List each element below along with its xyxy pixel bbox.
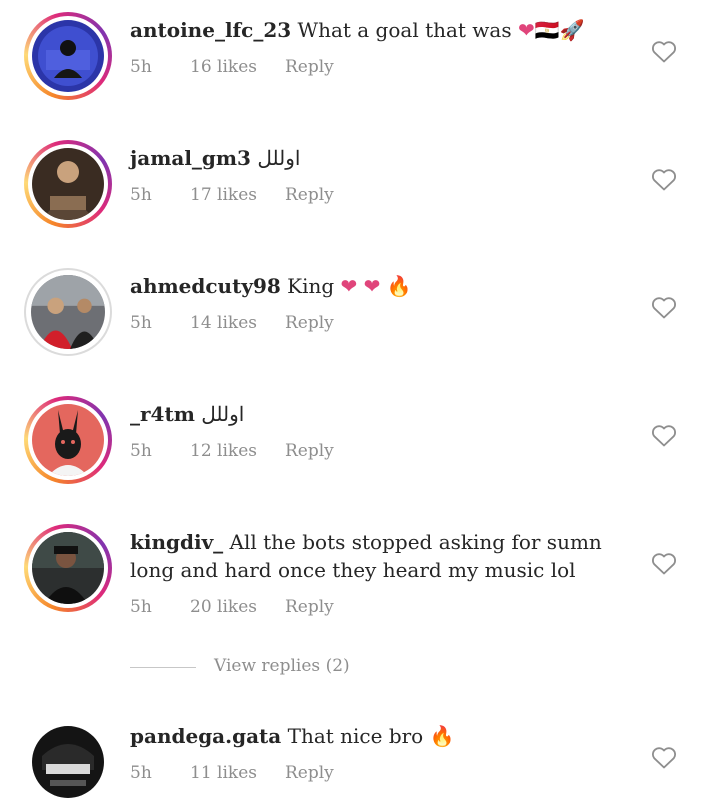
- story-ring: [24, 396, 112, 484]
- avatar-image: [32, 148, 104, 220]
- avatar-border: [24, 268, 112, 356]
- reply-button[interactable]: Reply: [285, 185, 334, 205]
- comment-time: 5h: [130, 185, 152, 205]
- comment-text: kingdiv_ All the bots stopped asking for…: [130, 528, 610, 584]
- comment-body: اوللل: [257, 146, 301, 170]
- comment-likes[interactable]: 20 likes: [190, 597, 257, 617]
- comment-emoji: 🔥: [429, 724, 455, 748]
- view-replies-label[interactable]: View replies (2): [214, 656, 350, 676]
- avatar[interactable]: [24, 524, 112, 612]
- comment-username[interactable]: ahmedcuty98: [130, 274, 281, 298]
- comment-emoji: ❤ ❤ 🔥: [340, 274, 412, 298]
- comments-screen: { "comments": [ {"username": "antoine_lf…: [0, 0, 720, 798]
- avatar[interactable]: [24, 12, 112, 100]
- heart-outline-icon[interactable]: [651, 424, 677, 448]
- comment-likes[interactable]: 16 likes: [190, 57, 257, 77]
- comment-time: 5h: [130, 597, 152, 617]
- story-ring: [24, 12, 112, 100]
- story-ring: [24, 140, 112, 228]
- comment-time: 5h: [130, 441, 152, 461]
- comment-time: 5h: [130, 313, 152, 333]
- avatar-image: [32, 404, 104, 476]
- reply-button[interactable]: Reply: [285, 763, 334, 783]
- comment-body: اوللل: [201, 402, 245, 426]
- comment-text: pandega.gata That nice bro 🔥: [130, 722, 455, 750]
- comment-text: ahmedcuty98 King ❤ ❤ 🔥: [130, 272, 412, 300]
- avatar[interactable]: [24, 396, 112, 484]
- heart-outline-icon[interactable]: [651, 168, 677, 192]
- comment-time: 5h: [130, 57, 152, 77]
- comment-username[interactable]: kingdiv_: [130, 530, 223, 554]
- comment-username[interactable]: antoine_lfc_23: [130, 18, 291, 42]
- avatar-image: [32, 726, 104, 798]
- comment-likes[interactable]: 17 likes: [190, 185, 257, 205]
- avatar[interactable]: [24, 268, 112, 356]
- comment-likes[interactable]: 12 likes: [190, 441, 257, 461]
- comment-username[interactable]: jamal_gm3: [130, 146, 251, 170]
- comment-username[interactable]: pandega.gata: [130, 724, 281, 748]
- heart-outline-icon[interactable]: [651, 40, 677, 64]
- comment-username[interactable]: _r4tm: [130, 402, 195, 426]
- heart-outline-icon[interactable]: [651, 746, 677, 770]
- avatar-image: [31, 275, 105, 349]
- heart-outline-icon[interactable]: [651, 296, 677, 320]
- heart-outline-icon[interactable]: [651, 552, 677, 576]
- avatar-image: [32, 532, 104, 604]
- comment-likes[interactable]: 11 likes: [190, 763, 257, 783]
- avatar[interactable]: [32, 726, 104, 798]
- comment-text: jamal_gm3 اوللل: [130, 144, 300, 172]
- comment-likes[interactable]: 14 likes: [190, 313, 257, 333]
- story-ring: [24, 524, 112, 612]
- avatar-image: [32, 20, 104, 92]
- comment-time: 5h: [130, 763, 152, 783]
- reply-button[interactable]: Reply: [285, 57, 334, 77]
- reply-button[interactable]: Reply: [285, 313, 334, 333]
- comment-emoji: ❤🇪🇬🚀: [517, 18, 585, 42]
- comment-body: That nice bro: [287, 724, 424, 748]
- replies-divider: [130, 667, 196, 668]
- comment-body: King: [287, 274, 335, 298]
- comment-text: _r4tm اوللل: [130, 400, 244, 428]
- comment-text: antoine_lfc_23 What a goal that was ❤🇪🇬🚀: [130, 16, 585, 44]
- reply-button[interactable]: Reply: [285, 441, 334, 461]
- reply-button[interactable]: Reply: [285, 597, 334, 617]
- comment-body: What a goal that was: [297, 18, 512, 42]
- avatar[interactable]: [24, 140, 112, 228]
